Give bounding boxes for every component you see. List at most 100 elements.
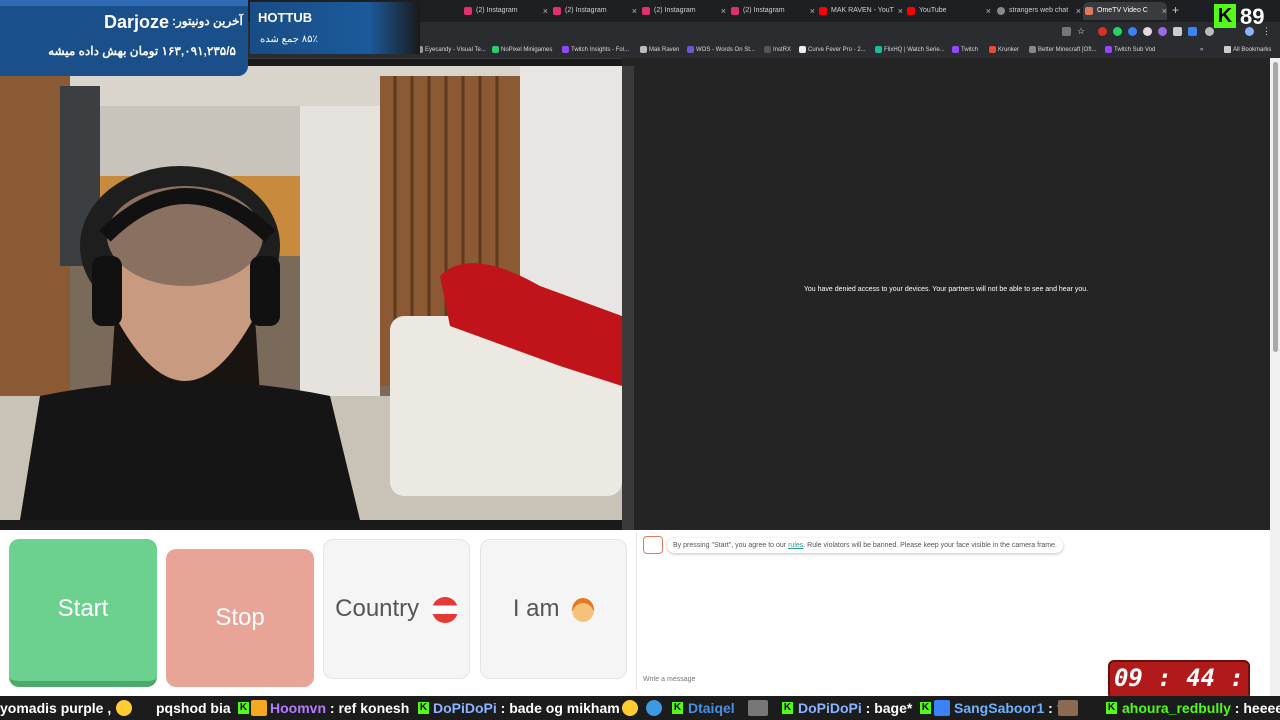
browser-tab[interactable]: strangers web chat × <box>995 2 1081 20</box>
ticker-username: Dtaiqel <box>688 700 735 716</box>
scrollbar-thumb[interactable] <box>1273 62 1278 352</box>
close-icon[interactable]: × <box>632 2 637 20</box>
ticker-message: Dtaiqel <box>688 696 735 720</box>
ticker-username: Hoomvn <box>270 700 326 716</box>
message-input[interactable] <box>641 670 1105 688</box>
kick-viewer-count: 89 <box>1240 4 1265 29</box>
ticker-text: : bade og mikham <box>496 700 620 716</box>
close-icon[interactable]: × <box>986 2 991 20</box>
close-icon[interactable]: × <box>543 2 548 20</box>
bookmark-item[interactable]: Krunker <box>989 42 1019 58</box>
bookmark-label: Mak Raven <box>649 47 680 53</box>
close-icon[interactable]: × <box>721 2 726 20</box>
tab-label: (2) Instagram <box>476 7 518 14</box>
bookmark-item[interactable]: Curve Fever Pro - 2... <box>799 42 866 58</box>
donation-goal-overlay: HOTTUB ۸۵٪ جمع شده <box>250 2 420 54</box>
extension-icon[interactable] <box>1158 27 1167 36</box>
bookmark-item[interactable]: Better Minecraft [OfI... <box>1029 42 1097 58</box>
ticker-message: DoPiDoPi : bage* <box>798 696 912 720</box>
close-icon[interactable]: × <box>898 2 903 20</box>
emoji-icon <box>622 700 638 716</box>
bookmark-label: WOS - Words On St... <box>696 47 755 53</box>
sub-badge-icon <box>934 700 950 716</box>
kick-badge-icon: K <box>920 702 931 714</box>
goal-title: HOTTUB <box>258 10 313 25</box>
bookmark-item[interactable]: Twitch <box>952 42 978 58</box>
notice-prefix: By pressing "Start", you agree to our <box>673 542 789 549</box>
ticker-username: DoPiDoPi <box>798 700 862 716</box>
bookmark-item[interactable]: NoPixel Minigames <box>492 42 552 58</box>
instagram-icon <box>731 7 739 15</box>
browser-tab[interactable]: MAK RAVEN - YouT × <box>817 2 903 20</box>
bookmark-label: Twitch <box>961 47 979 53</box>
bookmark-label: Better Minecraft [OfI... <box>1038 47 1097 53</box>
bookmark-label: NoPixel Minigames <box>501 47 553 53</box>
sidebar-icon[interactable] <box>1205 27 1214 36</box>
ticker-text: : ref konesh <box>326 700 410 716</box>
tiktok-icon[interactable] <box>1143 27 1152 36</box>
extension-icon[interactable] <box>1098 27 1107 36</box>
all-bookmarks-button[interactable]: All Bookmarks <box>1224 42 1271 58</box>
new-tab-button[interactable]: + <box>1172 3 1179 17</box>
ticker-username: SangSaboor1 <box>954 700 1045 716</box>
bookmarks-more-button[interactable]: » <box>1200 42 1203 58</box>
gender-button[interactable]: I am <box>480 539 627 679</box>
cast-icon[interactable] <box>1062 27 1071 36</box>
bookmark-item[interactable]: Twitch Insights - Fol... <box>562 42 629 58</box>
bookmark-item[interactable]: InstRX <box>764 42 791 58</box>
country-label: Country <box>335 595 420 622</box>
bookmark-label: Curve Fever Pro - 2... <box>808 47 866 53</box>
stream-timer: 09 : 44 : 09 <box>1108 660 1250 720</box>
extension-icon[interactable] <box>1128 27 1137 36</box>
extension-icon[interactable] <box>1173 27 1182 36</box>
bookmark-item[interactable]: Twitch Sub Vod <box>1105 42 1155 58</box>
bookmark-item[interactable]: WOS - Words On St... <box>687 42 755 58</box>
folder-icon <box>1224 46 1231 53</box>
tab-label: YouTube <box>919 7 947 14</box>
browser-tab-active[interactable]: OmeTV Video C × <box>1083 2 1167 20</box>
ticker-username: DoPiDoPi <box>433 700 497 716</box>
emoji-icon <box>116 700 132 716</box>
start-button[interactable]: Start <box>9 539 157 687</box>
tab-label: (2) Instagram <box>565 7 607 14</box>
browser-tab[interactable]: (2) Instagram × <box>729 2 815 20</box>
close-icon[interactable]: × <box>1162 2 1167 20</box>
chat-ticker: yomadis purple , pqshod bia K Hoomvn : r… <box>0 696 1280 720</box>
bookmark-label: Twitch Insights - Fol... <box>571 47 630 53</box>
bookmark-label: Eyecandy - Visual Te... <box>425 47 486 53</box>
bookmark-item[interactable]: Eyecandy - Visual Te... <box>416 42 486 58</box>
close-icon[interactable]: × <box>1076 2 1081 20</box>
bookmark-item[interactable]: FlixHQ | Watch Serie... <box>875 42 945 58</box>
iam-label: I am <box>512 595 560 622</box>
browser-tab[interactable]: (2) Instagram × <box>551 2 637 20</box>
tab-label: MAK RAVEN - YouT <box>831 7 894 14</box>
puzzle-icon[interactable] <box>1188 27 1197 36</box>
kick-badge-icon: K <box>782 702 793 714</box>
browser-tab[interactable]: (2) Instagram × <box>462 2 548 20</box>
whatsapp-icon[interactable] <box>1113 27 1122 36</box>
kick-badge-icon: K <box>418 702 429 714</box>
browser-tab[interactable]: YouTube × <box>905 2 991 20</box>
sub-badge-icon <box>251 700 267 716</box>
boy-emoji-icon <box>572 597 595 622</box>
country-button[interactable]: Country <box>323 539 470 679</box>
bookmark-item[interactable]: Mak Raven <box>640 42 679 58</box>
ticker-message: DoPiDoPi : bade og mikham <box>433 696 620 720</box>
bookmark-label: InstRX <box>773 47 792 53</box>
instagram-icon <box>464 7 472 15</box>
instagram-icon <box>642 7 650 15</box>
bookmark-label: FlixHQ | Watch Serie... <box>884 47 945 53</box>
webcam-scene <box>0 66 622 520</box>
ticker-text: : heeee <box>1230 700 1280 716</box>
austria-flag-icon <box>431 596 458 623</box>
emoji-icon <box>646 700 662 716</box>
ticker-message: ahoura_redbully : heeee <box>1122 696 1280 720</box>
close-icon[interactable]: × <box>810 2 815 20</box>
browser-tab[interactable]: (2) Instagram × <box>640 2 726 20</box>
tab-label: strangers web chat <box>1009 7 1069 14</box>
tab-label: (2) Instagram <box>654 7 696 14</box>
rules-link[interactable]: rules <box>788 542 803 549</box>
stop-button[interactable]: Stop <box>166 549 314 687</box>
star-icon[interactable]: ☆ <box>1077 27 1086 36</box>
youtube-icon <box>819 7 827 15</box>
